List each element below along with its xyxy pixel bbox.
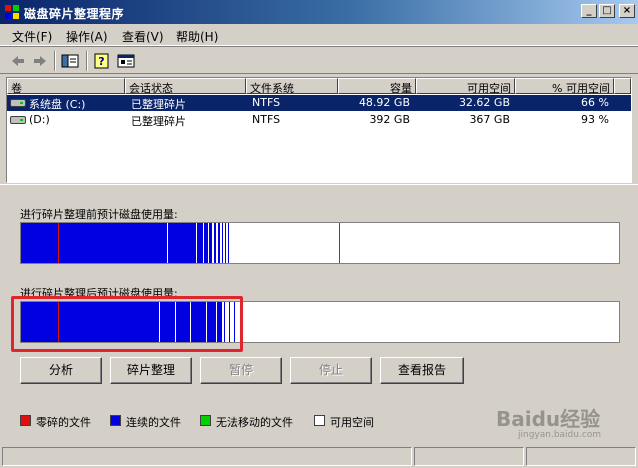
analyze-button[interactable]: 分析 (20, 357, 102, 384)
volume-filesystem: NTFS (252, 113, 281, 126)
contiguous-segment (168, 223, 196, 263)
toolbar-separator (54, 51, 56, 71)
stop-button[interactable]: 停止 (290, 357, 372, 384)
volume-list[interactable]: 卷 会话状态 文件系统 容量 可用空间 % 可用空间 系统盘 (C:) 已整理碎… (6, 77, 632, 183)
back-arrow-icon[interactable] (8, 52, 28, 70)
legend-label: 无法移动的文件 (216, 416, 293, 429)
column-header-filesystem[interactable]: 文件系统 (246, 78, 338, 94)
legend-swatch-contiguous (110, 415, 121, 426)
toolbar-separator (86, 51, 88, 71)
help-icon[interactable]: ? (92, 52, 112, 70)
show-hide-tree-icon[interactable] (60, 52, 80, 70)
annotation-highlight-box (11, 296, 243, 352)
contiguous-segment (209, 223, 212, 263)
hard-drive-icon (10, 116, 26, 124)
volume-row-c[interactable]: 系统盘 (C:) 已整理碎片 NTFS 48.92 GB 32.62 GB 66… (7, 95, 631, 111)
status-bar-pane (526, 447, 636, 466)
hard-drive-icon (10, 99, 26, 107)
volume-status: 已整理碎片 (131, 98, 186, 111)
before-defrag-usage-bar (20, 222, 620, 264)
menu-help[interactable]: 帮助(H) (176, 28, 218, 45)
contiguous-segment (204, 223, 208, 263)
view-report-button[interactable]: 查看报告 (380, 357, 464, 384)
watermark-text: Baidu经验 (496, 407, 600, 431)
volume-percent-free: 93 % (581, 113, 609, 126)
column-header-status[interactable]: 会话状态 (125, 78, 246, 94)
legend-swatch-free-space (314, 415, 325, 426)
legend-label: 可用空间 (330, 416, 374, 429)
baidu-jingyan-watermark: Baidu经验 jingyan.baidu.com (496, 407, 601, 440)
status-bar-pane (2, 447, 412, 466)
volume-row-d[interactable]: (D:) 已整理碎片 NTFS 392 GB 367 GB 93 % (7, 112, 631, 128)
svg-text:?: ? (98, 55, 104, 68)
volume-capacity: 48.92 GB (358, 96, 410, 109)
maximize-button[interactable]: □ (599, 4, 615, 18)
column-header-volume[interactable]: 卷 (7, 78, 125, 94)
contiguous-segment (214, 223, 216, 263)
watermark-subtext: jingyan.baidu.com (517, 430, 601, 440)
volume-filesystem: NTFS (252, 96, 281, 109)
status-bar-pane (414, 447, 524, 466)
status-bar (0, 444, 638, 468)
before-defrag-label: 进行碎片整理前预计磁盘使用量: (20, 208, 178, 221)
contiguous-segment (197, 223, 203, 263)
volume-name: 系统盘 (C:) (29, 98, 86, 111)
column-header-capacity[interactable]: 容量 (338, 78, 416, 94)
window-title: 磁盘碎片整理程序 (24, 7, 125, 21)
volume-free-space: 32.62 GB (458, 96, 510, 109)
volume-list-header: 卷 会话状态 文件系统 容量 可用空间 % 可用空间 (7, 78, 631, 94)
volume-capacity: 392 GB (369, 113, 410, 126)
contiguous-segment (225, 223, 226, 263)
contiguous-segment (222, 223, 223, 263)
toolbar: ? (0, 46, 638, 74)
fragmented-segment (58, 223, 59, 263)
legend-swatch-unmovable (200, 415, 211, 426)
contiguous-segment (228, 223, 229, 263)
minimize-button[interactable]: _ (581, 4, 597, 18)
legend-label: 连续的文件 (126, 416, 181, 429)
volume-name: (D:) (29, 113, 50, 126)
column-header-free-space[interactable]: 可用空间 (416, 78, 515, 94)
close-button[interactable]: × (619, 4, 635, 18)
title-bar: 磁盘碎片整理程序 _ □ × (0, 0, 638, 24)
menu-view[interactable]: 查看(V) (122, 28, 164, 45)
properties-icon[interactable] (116, 52, 136, 70)
menu-bar: 文件(F) 操作(A) 查看(V) 帮助(H) (0, 24, 638, 46)
contiguous-segment (21, 223, 167, 263)
menu-action[interactable]: 操作(A) (66, 28, 108, 45)
forward-arrow-icon[interactable] (30, 52, 50, 70)
contiguous-segment (218, 223, 220, 263)
defragment-button[interactable]: 碎片整理 (110, 357, 192, 384)
column-header-percent-free[interactable]: % 可用空间 (515, 78, 614, 94)
legend-swatch-fragmented (20, 415, 31, 426)
pause-button[interactable]: 暂停 (200, 357, 282, 384)
column-header-filler (614, 78, 631, 94)
legend-label: 零碎的文件 (36, 416, 91, 429)
fragmented-segment (339, 223, 340, 263)
volume-free-space: 367 GB (469, 113, 510, 126)
volume-status: 已整理碎片 (131, 115, 186, 128)
defrag-app-icon (5, 5, 19, 19)
volume-percent-free: 66 % (581, 96, 609, 109)
menu-file[interactable]: 文件(F) (12, 28, 52, 45)
